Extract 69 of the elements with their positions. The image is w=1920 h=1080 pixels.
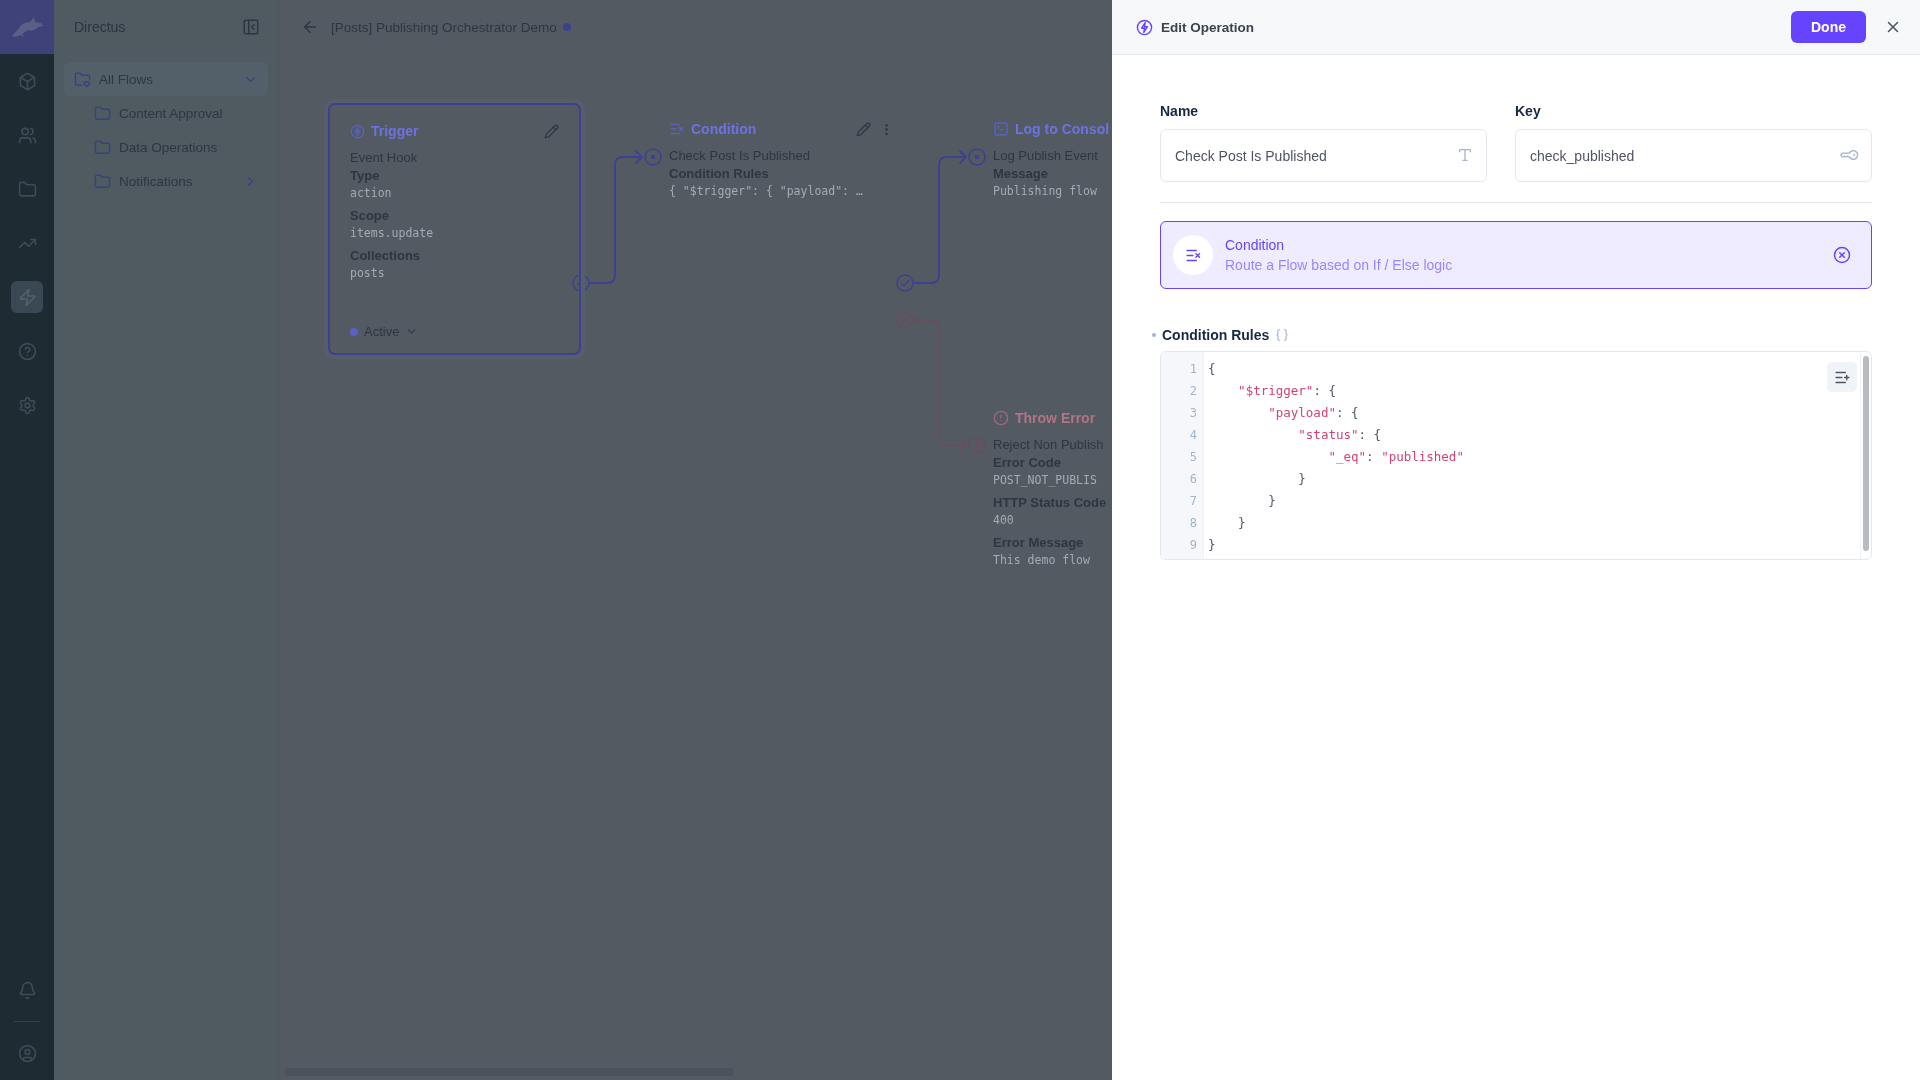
operation-card[interactable]: Condition Route a Flow based on If / Else logic [1160, 221, 1872, 289]
back-icon[interactable] [301, 18, 319, 36]
folder-icon [94, 138, 111, 156]
line-number: 3 [1188, 405, 1198, 422]
code-line: { [1208, 360, 1216, 378]
code-line: } [1237, 514, 1246, 532]
key-field[interactable]: check_published [1515, 129, 1872, 182]
node-title: Condition [691, 121, 757, 137]
lightning-icon[interactable] [11, 281, 43, 313]
status-dot [350, 327, 358, 336]
line-number: 5 [1188, 449, 1198, 466]
operation-title: Condition [1225, 237, 1286, 253]
done-button[interactable]: Done [1791, 11, 1866, 43]
field-value: 400 [993, 512, 1015, 528]
scrollbar[interactable] [1863, 356, 1869, 551]
terminal-icon [993, 121, 1009, 137]
rabbit-logo[interactable] [10, 16, 44, 38]
field-value: action [350, 185, 393, 201]
line-number: 7 [1188, 493, 1198, 510]
field-label: Key [1515, 103, 1542, 119]
code-line: } [1297, 470, 1306, 488]
x-circle-icon[interactable] [896, 311, 914, 329]
code-editor[interactable]: 1 2 3 4 5 6 7 8 9 { "$trigger": { "payload": { "status": { "_eq": "published" } } } } [1160, 351, 1872, 560]
operation-description: Route a Flow based on If / Else logic [1225, 257, 1454, 273]
field-value: items.update [350, 225, 435, 241]
folder-icon [94, 172, 111, 190]
check-circle-icon[interactable] [896, 274, 914, 292]
line-number: 6 [1188, 471, 1198, 488]
code-line: "status": { [1297, 426, 1382, 444]
edit-icon[interactable] [856, 121, 871, 137]
list-x-icon [669, 121, 685, 137]
folder-icon [94, 104, 111, 122]
line-number: 4 [1188, 427, 1198, 444]
clear-icon[interactable] [1833, 246, 1851, 264]
check-circle-icon[interactable] [572, 274, 590, 292]
line-number: 1 [1188, 361, 1198, 378]
line-number: 8 [1188, 515, 1198, 532]
code-line: } [1267, 492, 1276, 510]
code-line: "_eq": "published" [1327, 448, 1464, 466]
lightning-icon [1136, 18, 1153, 36]
dot-circle-icon [968, 436, 986, 454]
field-label: Name [1160, 103, 1200, 119]
field-value: Publishing flow [993, 183, 1098, 199]
line-number: 9 [1188, 537, 1198, 554]
name-field[interactable]: Check Post Is Published [1160, 129, 1487, 182]
code-line: "$trigger": { [1237, 382, 1336, 400]
node-title: Throw Error [1015, 410, 1096, 426]
code-line: } [1208, 536, 1216, 554]
edit-icon[interactable] [544, 123, 559, 139]
node-title: Log to Consol [1015, 121, 1110, 137]
list-x-icon [1173, 235, 1213, 275]
insert-button[interactable] [1827, 362, 1857, 392]
braces-icon [1275, 328, 1290, 342]
code-line: "payload": { [1267, 404, 1359, 422]
field-value: { "$trigger": { "payload": … [669, 183, 864, 199]
sidebar-toggle-icon[interactable] [242, 18, 260, 36]
alert-icon [993, 410, 1009, 426]
dot-circle-icon [644, 148, 662, 166]
field-value: This demo flow [993, 552, 1091, 568]
node-title: Trigger [371, 123, 419, 139]
text-type-icon [1457, 147, 1473, 163]
field-value: POST_NOT_PUBLIS [993, 472, 1098, 488]
folder-icon [74, 70, 91, 88]
field-label: Condition Rules [1162, 327, 1270, 343]
field-value: posts [350, 265, 386, 281]
line-number: 2 [1188, 383, 1198, 400]
dot-circle-icon [968, 148, 986, 166]
drawer-title: Edit Operation [1161, 19, 1255, 35]
lightning-icon [350, 123, 365, 139]
